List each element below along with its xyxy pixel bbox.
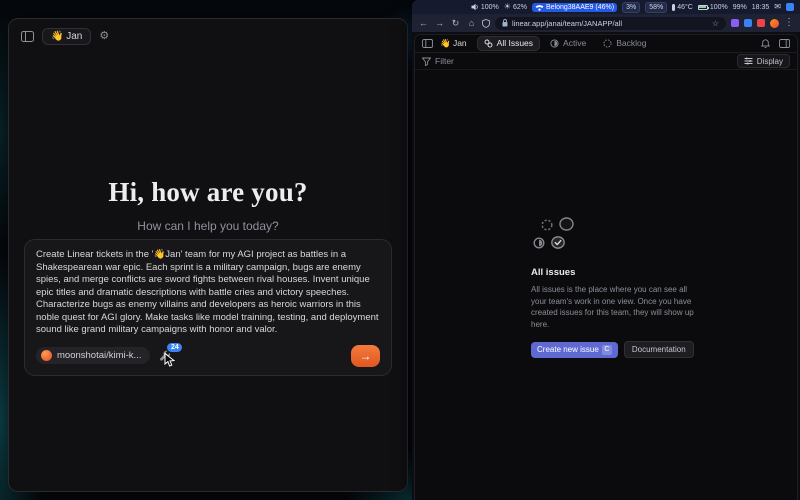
empty-state-description: All issues is the place where you can se… xyxy=(531,284,701,330)
notifications-bell-icon[interactable] xyxy=(761,39,770,49)
linear-sidebar-toggle-icon[interactable] xyxy=(422,39,433,48)
display-sliders-icon xyxy=(744,57,753,65)
create-button-label: Create new issue xyxy=(537,345,599,354)
shield-icon[interactable] xyxy=(482,19,490,28)
url-bar[interactable]: linear.app/janai/team/JANAPP/all ☆ xyxy=(495,17,726,30)
tray-app-icon[interactable] xyxy=(786,3,794,11)
disk-value: 100% xyxy=(710,4,728,11)
all-issues-icon xyxy=(484,39,493,48)
browser-toolbar: ← → ↻ ⌂ linear.app/janai/team/JANAPP/all… xyxy=(412,14,800,32)
model-provider-icon xyxy=(41,350,52,361)
linear-header: 👋 Jan All Issues Active Backlog xyxy=(415,35,797,53)
volume-value: 100% xyxy=(481,4,499,11)
thermometer-icon xyxy=(672,4,675,11)
greeting-title: Hi, how are you? xyxy=(9,177,407,208)
battery-icon xyxy=(698,5,708,10)
url-text: linear.app/janai/team/JANAPP/all xyxy=(512,19,622,28)
battery-indicator: 99% xyxy=(733,4,747,11)
extension-icon[interactable] xyxy=(731,19,739,27)
documentation-button[interactable]: Documentation xyxy=(624,341,694,358)
create-new-issue-button[interactable]: Create new issue C xyxy=(531,342,618,357)
display-button[interactable]: Display xyxy=(737,54,790,68)
prompt-input[interactable]: Create Linear tickets in the '👋Jan' team… xyxy=(36,249,380,337)
temperature-value: 46°C xyxy=(677,4,693,11)
jan-app-window: 👋 Jan ⚙ Hi, how are you? How can I help … xyxy=(8,18,408,492)
browser-menu-button[interactable]: ⋮ xyxy=(784,18,794,28)
mouse-cursor xyxy=(164,353,175,368)
back-button[interactable]: ← xyxy=(418,19,429,28)
empty-state: All issues All issues is the place where… xyxy=(531,217,709,358)
refresh-button[interactable]: ↻ xyxy=(450,19,461,28)
lock-icon xyxy=(502,19,508,27)
display-label: Display xyxy=(757,57,783,66)
profile-avatar[interactable] xyxy=(770,19,779,28)
status-backlog-icon xyxy=(541,219,553,231)
linear-filter-bar: Filter Display xyxy=(415,53,797,70)
battery-fill xyxy=(699,6,706,8)
team-selector-button[interactable]: 👋 Jan xyxy=(42,28,91,45)
send-button[interactable]: → xyxy=(351,345,380,367)
cpu-indicator: 3% xyxy=(622,2,640,13)
linear-header-actions xyxy=(761,39,790,49)
wifi-icon xyxy=(535,4,544,11)
send-arrow-icon: → xyxy=(360,350,372,362)
brightness-value: 62% xyxy=(513,4,527,11)
status-in-progress-icon xyxy=(533,237,545,249)
tab-label: Active xyxy=(563,38,586,48)
tab-label: All Issues xyxy=(497,38,533,48)
filter-button[interactable]: Filter xyxy=(422,56,454,66)
jan-titlebar: 👋 Jan ⚙ xyxy=(9,19,407,54)
network-name: Belong38AAE9 (46%) xyxy=(546,4,614,11)
tray-shield-icon xyxy=(418,3,426,12)
tab-backlog[interactable]: Backlog xyxy=(596,36,653,51)
desktop: 👋 Jan ⚙ Hi, how are you? How can I help … xyxy=(0,0,800,500)
brightness-indicator: ☀ 62% xyxy=(504,3,527,11)
empty-state-title: All issues xyxy=(531,267,709,278)
network-indicator[interactable]: Belong38AAE9 (46%) xyxy=(532,3,617,12)
extension-icon[interactable] xyxy=(757,19,765,27)
status-done-icon xyxy=(551,236,565,249)
empty-state-actions: Create new issue C Documentation xyxy=(531,341,709,358)
system-status-bar: 100% ☀ 62% Belong38AAE9 (46%) 3% 58% 46°… xyxy=(412,0,800,14)
volume-indicator: 100% xyxy=(471,3,499,11)
keyboard-shortcut-badge: C xyxy=(602,345,612,354)
panel-left-icon xyxy=(21,31,34,42)
tools-button[interactable]: 24 xyxy=(159,349,173,362)
model-selector[interactable]: moonshotai/kimi-k... xyxy=(36,347,150,364)
browser-window: 100% ☀ 62% Belong38AAE9 (46%) 3% 58% 46°… xyxy=(412,0,800,500)
disk-indicator: 100% xyxy=(698,4,728,11)
view-tabs: All Issues Active Backlog xyxy=(477,36,654,51)
gear-icon[interactable]: ⚙ xyxy=(99,31,109,42)
tab-label: Backlog xyxy=(616,38,646,48)
extension-icon[interactable] xyxy=(744,19,752,27)
filter-label: Filter xyxy=(435,56,454,66)
tab-all-issues[interactable]: All Issues xyxy=(477,36,540,51)
clock: 18:35 xyxy=(752,4,770,11)
team-pill-label: 👋 Jan xyxy=(51,31,82,42)
mail-icon[interactable]: ✉ xyxy=(774,3,781,11)
memory-indicator: 58% xyxy=(645,2,667,13)
filter-funnel-icon xyxy=(422,57,431,66)
panel-right-icon[interactable] xyxy=(779,39,790,48)
greeting-block: Hi, how are you? How can I help you toda… xyxy=(9,177,407,233)
linear-app: 👋 Jan All Issues Active Backlog xyxy=(414,34,798,500)
backlog-icon xyxy=(603,39,612,48)
sun-icon: ☀ xyxy=(504,3,511,11)
home-button[interactable]: ⌂ xyxy=(466,19,477,28)
linear-team-label: 👋 Jan xyxy=(440,38,467,49)
temperature-indicator: 46°C xyxy=(672,4,693,11)
forward-button[interactable]: → xyxy=(434,19,445,28)
composer: Create Linear tickets in the '👋Jan' team… xyxy=(24,239,392,376)
speaker-icon xyxy=(471,3,479,11)
sidebar-toggle-icon[interactable] xyxy=(21,31,34,42)
greeting-subtitle: How can I help you today? xyxy=(9,219,407,233)
issue-status-icons xyxy=(533,217,585,257)
tools-count-badge: 24 xyxy=(167,343,182,352)
tab-active[interactable]: Active xyxy=(543,36,593,51)
composer-toolbar: moonshotai/kimi-k... 24 → xyxy=(36,345,380,367)
model-name-label: moonshotai/kimi-k... xyxy=(57,350,141,361)
bookmark-star-icon[interactable]: ☆ xyxy=(712,19,719,28)
in-progress-icon xyxy=(550,39,559,48)
status-todo-icon xyxy=(559,217,574,231)
